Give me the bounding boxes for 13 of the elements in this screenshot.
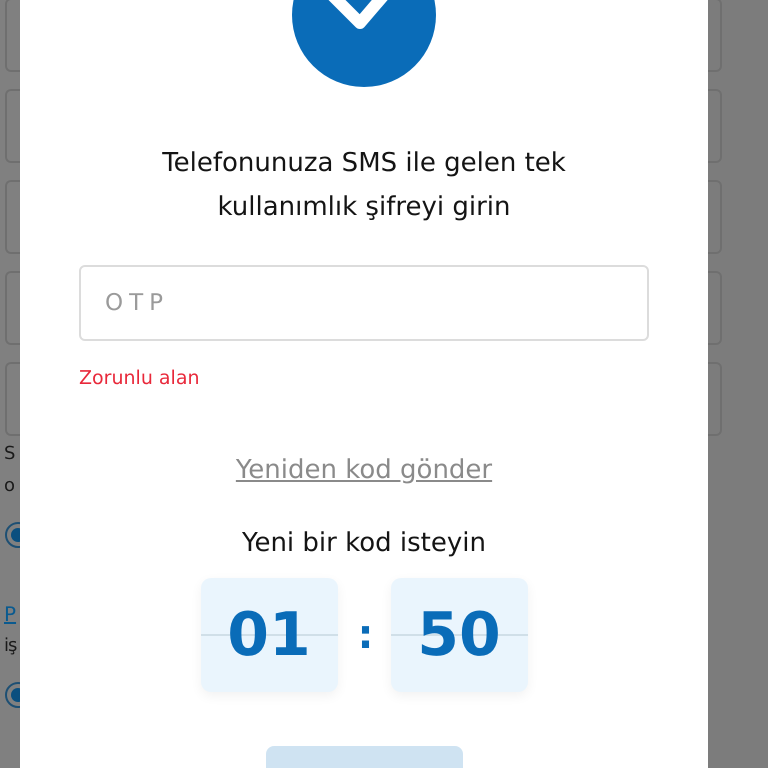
timer-separator: : [358,612,370,658]
seconds-tile: 50 [390,578,528,692]
instruction-text: Telefonunuza SMS ile gelen tek kullanımlık şifreyi girin [161,147,567,224]
background-text: S [4,442,14,466]
countdown-label: Yeni bir kod isteyin [242,527,486,560]
error-text: Zorunlu alan [79,366,200,390]
background-text: iş [4,634,16,658]
resend-link[interactable]: Yeniden kod gönder [236,452,492,488]
text-field-edge [708,0,722,72]
background-text: o [4,474,14,498]
minutes-tile: 01 [200,578,338,692]
background-link[interactable]: P [4,598,16,630]
otp-field[interactable]: OTP [79,265,649,341]
